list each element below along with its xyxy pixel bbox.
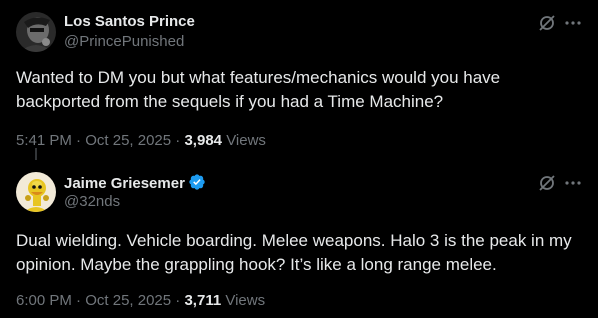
tweet-text: Dual wielding. Vehicle boarding. Melee w…: [16, 231, 572, 274]
verified-badge-icon[interactable]: [188, 173, 206, 191]
tweet-time[interactable]: 6:00 PM: [16, 292, 72, 309]
grok-icon[interactable]: [537, 173, 557, 193]
author-name[interactable]: Los Santos Prince: [64, 13, 195, 31]
grok-icon[interactable]: [537, 13, 557, 33]
more-icon[interactable]: [563, 173, 583, 193]
tweet[interactable]: Los Santos Prince @PrincePunished Wanted…: [0, 0, 598, 160]
views-label[interactable]: Views: [226, 132, 266, 149]
meta-separator: ·: [76, 132, 82, 149]
tweet-date[interactable]: Oct 25, 2025: [85, 132, 171, 149]
meta-separator: ·: [76, 292, 82, 309]
more-icon[interactable]: [563, 13, 583, 33]
tweet-meta: 5:41 PM · Oct 25, 2025 · 3,984 Views: [16, 132, 266, 150]
tweet-time[interactable]: 5:41 PM: [16, 132, 72, 149]
author-name[interactable]: Jaime Griesemer: [64, 173, 206, 193]
meta-separator: ·: [175, 132, 181, 149]
author-name-text[interactable]: Jaime Griesemer: [64, 175, 185, 192]
views-count[interactable]: 3,984: [184, 132, 222, 149]
tweet-text: Wanted to DM you but what features/mecha…: [16, 68, 501, 111]
thread-line: [35, 148, 37, 160]
tweet-meta: 6:00 PM · Oct 25, 2025 · 3,711 Views: [16, 292, 265, 310]
views-label[interactable]: Views: [225, 292, 265, 309]
tweet-date[interactable]: Oct 25, 2025: [85, 292, 171, 309]
avatar[interactable]: [16, 12, 56, 52]
views-count[interactable]: 3,711: [184, 292, 221, 309]
meta-separator: ·: [175, 292, 181, 309]
author-handle[interactable]: @PrincePunished: [64, 33, 184, 51]
tweet[interactable]: Jaime Griesemer @32nds Dual wielding. Ve…: [0, 160, 598, 318]
author-handle[interactable]: @32nds: [64, 193, 120, 211]
avatar[interactable]: [16, 172, 56, 212]
